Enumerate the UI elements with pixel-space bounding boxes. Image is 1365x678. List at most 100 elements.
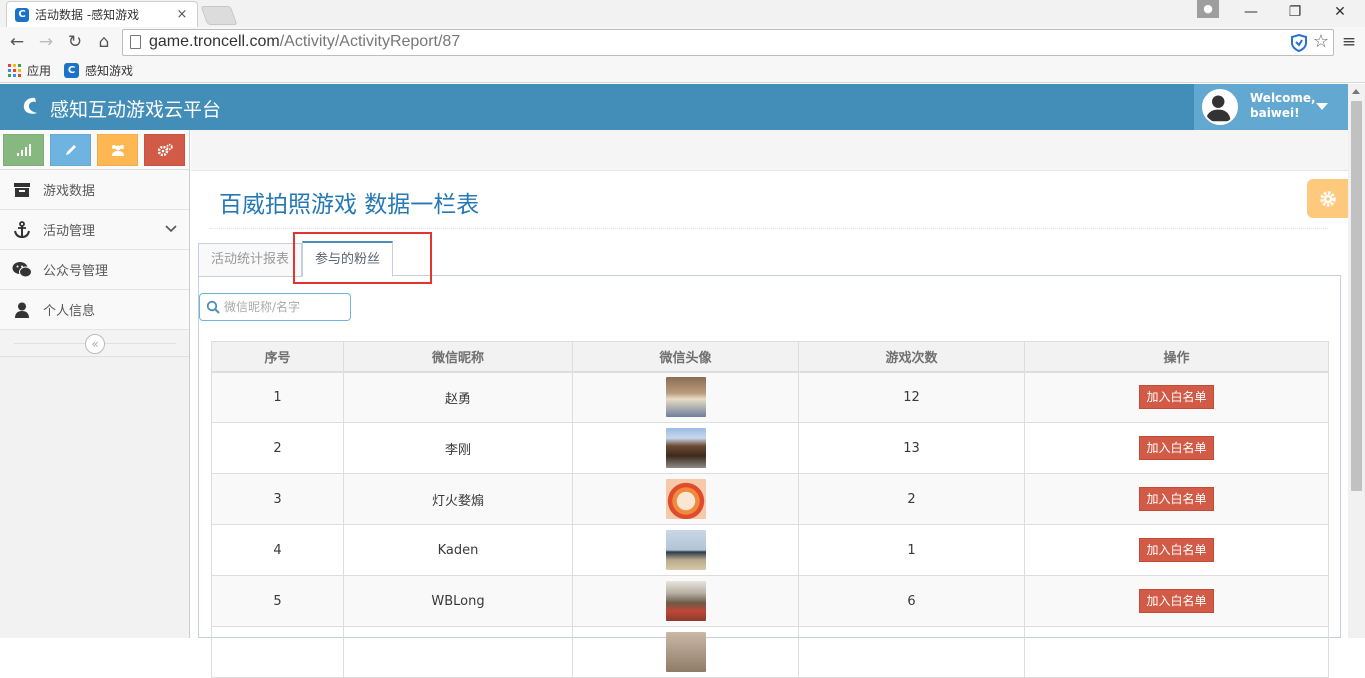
anchor-icon (12, 220, 32, 239)
row-nickname: 赵勇 (343, 371, 573, 423)
search-input[interactable] (224, 297, 346, 317)
search-box (199, 293, 351, 321)
avatar-thumbnail (665, 428, 706, 468)
bookmark-apps[interactable]: 应用 (8, 62, 51, 79)
row-index: 3 (211, 473, 344, 525)
row-index: 4 (211, 524, 344, 576)
bookmark-label: 感知游戏 (85, 64, 134, 78)
row-action-cell: 加入白名单 (1024, 575, 1329, 627)
row-nickname: 李刚 (343, 422, 573, 474)
row-action-cell: 加入白名单 (1024, 473, 1329, 525)
site-favicon-icon: C (15, 7, 29, 22)
content-tabs: 活动统计报表 参与的粉丝 (198, 240, 1341, 277)
page-scrollbar[interactable] (1348, 84, 1365, 638)
avatar-thumbnail (665, 530, 706, 570)
url-host: game.troncell.com (149, 33, 280, 50)
caret-down-icon (1316, 103, 1328, 110)
user-avatar (1202, 89, 1238, 125)
forward-arrow-icon[interactable]: → (35, 31, 57, 53)
row-nickname: 灯火婺煽 (343, 473, 573, 525)
avatar-thumbnail (665, 377, 706, 418)
chevron-down-icon (165, 222, 177, 237)
row-index: 1 (211, 371, 344, 423)
row-plays: 6 (798, 575, 1025, 627)
welcome-text: Welcome, baiwei! (1250, 91, 1316, 121)
cogs-icon (157, 143, 173, 157)
add-to-whitelist-button[interactable]: 加入白名单 (1139, 487, 1214, 511)
column-header-index[interactable]: 序号 (211, 341, 344, 373)
window-user-icon[interactable]: ● (1197, 0, 1219, 18)
sidebar-item-personal-info[interactable]: 个人信息 (0, 290, 189, 330)
table-row: 1 赵勇 12 加入白名单 (211, 371, 1329, 423)
new-tab-button[interactable] (200, 6, 238, 25)
chrome-menu-icon[interactable]: ≡ (1340, 32, 1358, 52)
gear-icon (1319, 190, 1336, 207)
group-shortcut-button[interactable] (97, 134, 138, 166)
sidebar-shortcuts (0, 130, 189, 170)
add-to-whitelist-button[interactable]: 加入白名单 (1139, 436, 1214, 460)
pencil-icon (65, 145, 76, 155)
fans-table: 序号 微信昵称 微信头像 游戏次数 操作 1 赵勇 12 加入白名单 2 李刚 … (211, 341, 1329, 678)
bookmark-site[interactable]: C 感知游戏 (64, 62, 133, 79)
collapse-sidebar-icon[interactable]: « (85, 334, 105, 354)
archive-icon (12, 181, 32, 199)
home-icon[interactable]: ⌂ (93, 31, 115, 53)
bookmark-star-icon[interactable]: ☆ (1313, 31, 1329, 52)
username: baiwei! (1250, 106, 1300, 120)
url-path: /Activity/ActivityReport/87 (279, 33, 461, 50)
row-avatar-cell (572, 473, 799, 525)
row-plays: 12 (798, 371, 1025, 423)
brand-title: 感知互动游戏云平台 (50, 99, 222, 121)
column-header-nickname[interactable]: 微信昵称 (343, 341, 573, 373)
row-plays: 13 (798, 422, 1025, 474)
sidebar-item-game-data[interactable]: 游戏数据 (0, 170, 189, 210)
address-bar[interactable]: game.troncell.com/Activity/ActivityRepor… (122, 29, 1334, 56)
sidebar-item-official-account[interactable]: 公众号管理 (0, 250, 189, 290)
user-icon (12, 301, 32, 319)
back-arrow-icon[interactable]: ← (6, 31, 28, 53)
signal-shortcut-button[interactable] (3, 134, 44, 166)
column-header-plays[interactable]: 游戏次数 (798, 341, 1025, 373)
row-avatar-cell (572, 422, 799, 474)
page-icon (130, 35, 141, 49)
tab-participating-fans[interactable]: 参与的粉丝 (302, 241, 394, 277)
row-plays (798, 626, 1025, 678)
site-favicon-icon: C (64, 63, 79, 78)
avatar-thumbnail (665, 581, 706, 621)
breadcrumbs-bar (191, 130, 1348, 171)
table-row: 3 灯火婺煽 2 加入白名单 (211, 473, 1329, 525)
pencil-shortcut-button[interactable] (50, 134, 91, 166)
row-action-cell: 加入白名单 (1024, 524, 1329, 576)
url-text[interactable]: game.troncell.com/Activity/ActivityRepor… (149, 33, 460, 51)
scroll-up-icon[interactable] (1352, 89, 1360, 94)
column-header-avatar[interactable]: 微信头像 (572, 341, 799, 373)
reload-icon[interactable]: ↻ (64, 31, 86, 53)
sidebar-item-activity-management[interactable]: 活动管理 (0, 210, 189, 250)
page-title: 百威拍照游戏 数据一栏表 (219, 192, 480, 218)
user-menu[interactable]: Welcome, baiwei! (1194, 84, 1348, 130)
cogs-shortcut-button[interactable] (144, 134, 185, 166)
signal-icon (16, 144, 31, 156)
avatar-thumbnail (665, 632, 706, 672)
settings-button[interactable] (1307, 179, 1348, 218)
row-action-cell: 加入白名单 (1024, 371, 1329, 423)
title-divider (210, 228, 1328, 229)
minimize-button[interactable]: — (1236, 1, 1266, 23)
row-avatar-cell (572, 371, 799, 423)
maximize-button[interactable]: ❐ (1280, 1, 1310, 23)
close-window-button[interactable]: ✕ (1325, 1, 1355, 23)
tab-close-icon[interactable]: × (175, 7, 189, 22)
table-row: 4 Kaden 1 加入白名单 (211, 524, 1329, 576)
scroll-thumb[interactable] (1351, 101, 1362, 491)
browser-tab[interactable]: C 活动数据 -感知游戏 × (6, 1, 198, 27)
column-header-action[interactable]: 操作 (1024, 341, 1329, 373)
add-to-whitelist-button[interactable]: 加入白名单 (1139, 538, 1214, 562)
table-row (211, 626, 1329, 678)
shield-extension-icon[interactable] (1291, 34, 1307, 52)
row-avatar-cell (572, 626, 799, 678)
add-to-whitelist-button[interactable]: 加入白名单 (1139, 385, 1214, 410)
add-to-whitelist-button[interactable]: 加入白名单 (1139, 589, 1214, 613)
table-row: 2 李刚 13 加入白名单 (211, 422, 1329, 474)
tab-activity-report[interactable]: 活动统计报表 (198, 243, 303, 277)
browser-toolbar: ← → ↻ ⌂ game.troncell.com/Activity/Activ… (0, 27, 1365, 59)
